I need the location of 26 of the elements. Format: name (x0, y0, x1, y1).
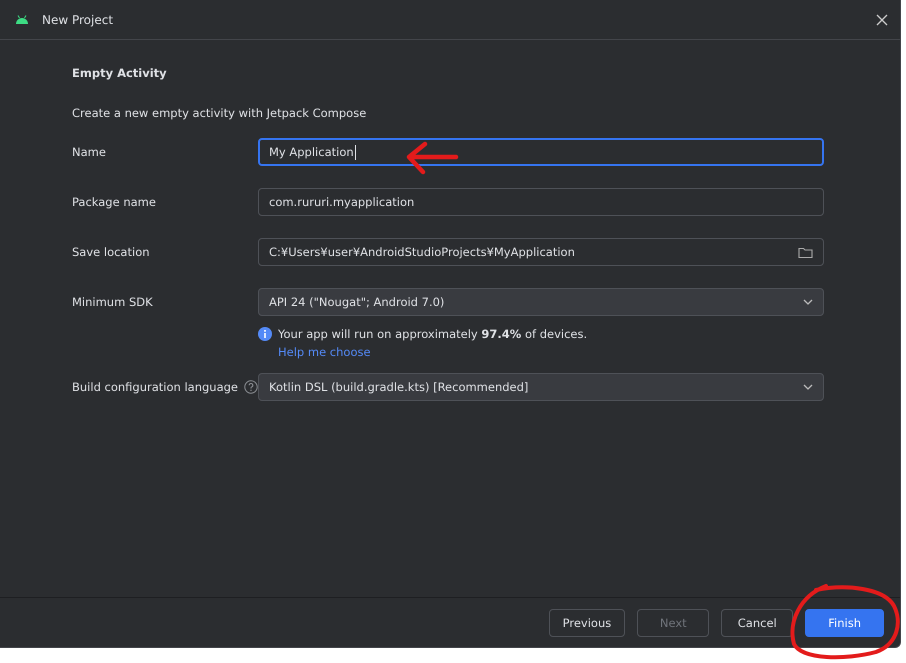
field-label: Name (72, 145, 106, 159)
input-field[interactable]: C:¥Users¥user¥AndroidStudioProjects¥MyApplication (258, 238, 824, 266)
help-link[interactable]: Help me choose (278, 345, 371, 359)
close-icon (876, 14, 888, 26)
info-text: Your app will run on approximately 97.4% of devices. (278, 327, 588, 341)
android-icon (15, 15, 29, 24)
close-button[interactable] (876, 14, 888, 26)
field-label: Build configuration language (72, 380, 238, 394)
field-label: Save location (72, 245, 150, 259)
input-field[interactable]: My Application (258, 138, 824, 166)
template-title: Empty Activity (72, 66, 168, 80)
finish-button[interactable]: Finish (805, 608, 884, 636)
template-description: Create a new empty activity with Jetpack Compose (72, 106, 368, 120)
folder-icon[interactable] (798, 246, 813, 258)
dialog-button[interactable]: Cancel (721, 608, 794, 636)
chevron-down-icon (803, 299, 813, 305)
dropdown[interactable]: API 24 ("Nougat"; Android 7.0) (258, 288, 824, 316)
dialog-button[interactable]: Previous (548, 608, 626, 636)
chevron-down-icon (803, 384, 813, 390)
info-icon (258, 327, 272, 341)
dropdown[interactable]: Kotlin DSL (build.gradle.kts) [Recommended] (258, 373, 824, 401)
help-icon[interactable] (244, 380, 258, 394)
window-title: New Project (42, 12, 114, 26)
field-label: Minimum SDK (72, 295, 153, 309)
input-field[interactable]: com.rururi.myapplication (258, 188, 824, 216)
field-label: Package name (72, 195, 156, 209)
